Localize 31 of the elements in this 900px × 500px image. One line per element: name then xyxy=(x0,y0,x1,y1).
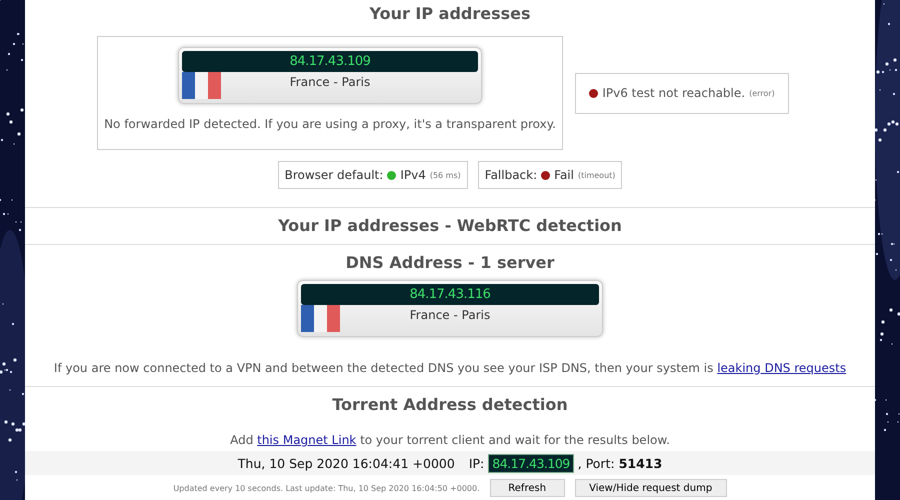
refresh-button[interactable]: Refresh xyxy=(490,479,565,497)
magnet-link[interactable]: this Magnet Link xyxy=(257,433,356,447)
section-title: DNS Address - 1 server xyxy=(344,252,556,274)
location-label: France - Paris xyxy=(408,307,492,322)
ipv6-status: IPv6 test not reachable. xyxy=(602,86,746,100)
check-label: Fallback: xyxy=(484,168,538,182)
leak-link[interactable]: leaking DNS requests xyxy=(717,361,846,375)
section-title: Your IP addresses xyxy=(368,3,532,25)
ip-address: 84.17.43.109 xyxy=(488,454,574,472)
update-note: Updated every 10 seconds. Last update: Thu, 10 Sep 2020 16:04:50 +0000. xyxy=(173,484,480,492)
torrent-time: Thu, 10 Sep 2020 16:04:41 +0000 xyxy=(238,456,455,470)
port-value: 51413 xyxy=(618,456,662,470)
section-title: Your IP addresses - WebRTC detection xyxy=(277,215,623,237)
check-value: IPv4 xyxy=(400,168,426,182)
magnet-instructions: Add this Magnet Link to your torrent client and wait for the results below. xyxy=(229,433,671,447)
port-label: , Port: xyxy=(578,456,615,470)
forward-note: No forwarded IP detected. If you are using a proxy, it's a transparent proxy. xyxy=(104,117,556,131)
dump-button[interactable]: View/Hide request dump xyxy=(574,479,727,497)
flag-icon xyxy=(301,305,340,332)
ip-address: 84.17.43.109 xyxy=(182,51,478,72)
dns-leak-note: If you are now connected to a VPN and between the detected DNS you see your ISP DNS, then your system is leaking DNS requests xyxy=(52,361,848,375)
flag-icon xyxy=(182,72,221,99)
check-label: Browser default: xyxy=(284,168,384,182)
check-note: (56 ms) xyxy=(430,170,461,180)
location-label: France - Paris xyxy=(288,74,372,89)
section-title: Torrent Address detection xyxy=(331,394,569,416)
check-note: (timeout) xyxy=(578,170,616,180)
ip-address: 84.17.43.116 xyxy=(301,284,599,305)
check-value: Fail xyxy=(554,168,574,182)
ip-label: IP: xyxy=(468,456,484,470)
status-note: (error) xyxy=(749,88,775,98)
